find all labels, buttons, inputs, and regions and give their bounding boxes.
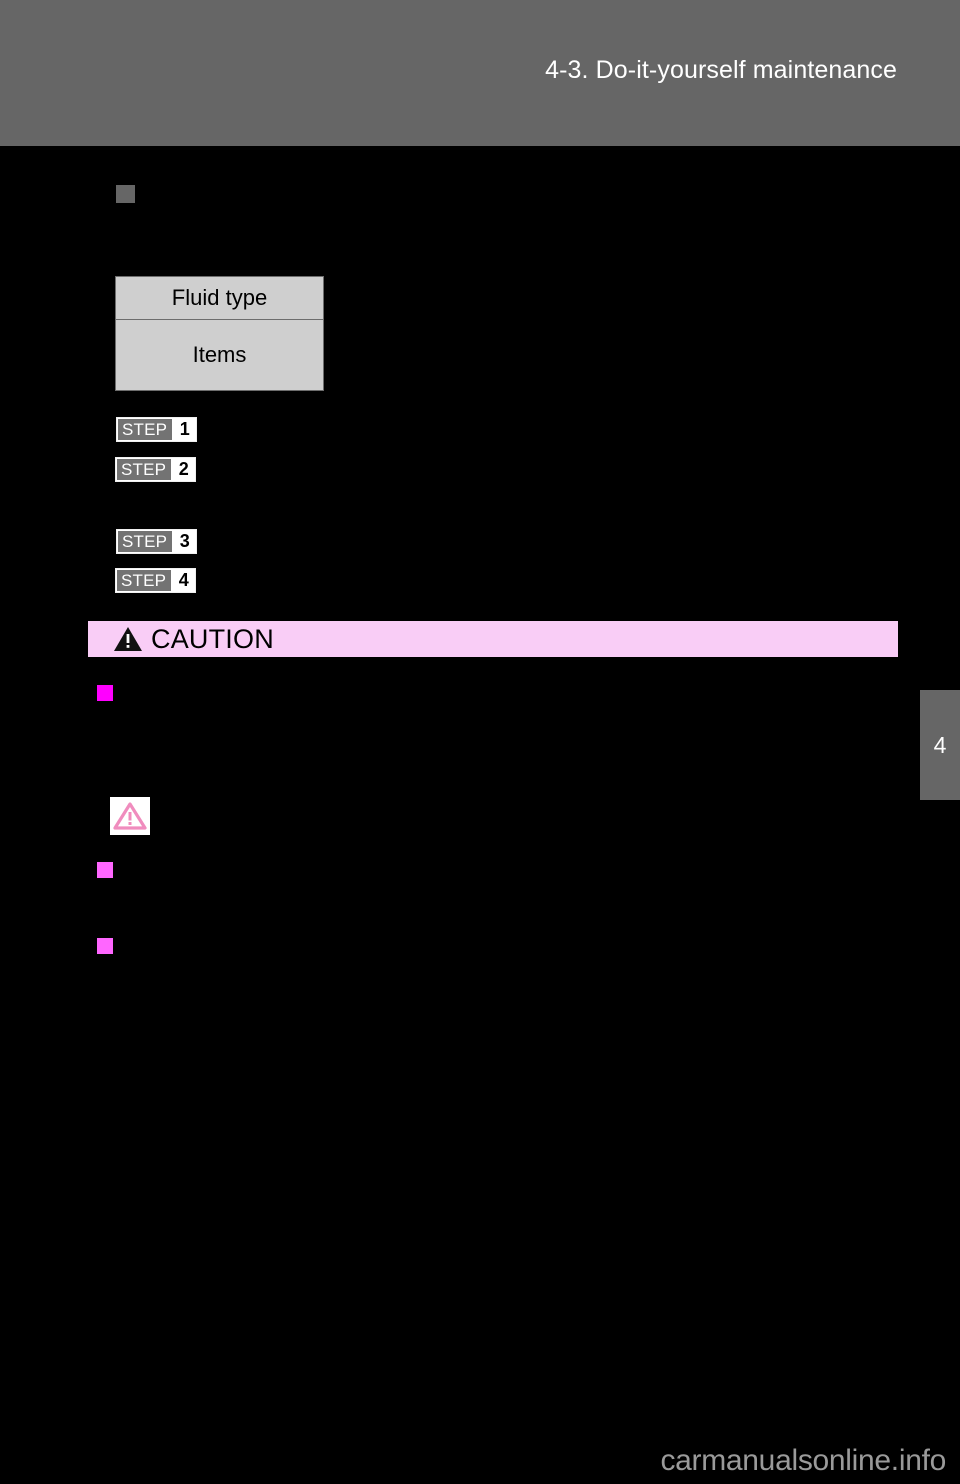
step-label: STEP: [118, 419, 173, 440]
pink-warning-triangle-tile: [110, 797, 150, 835]
step-label: STEP: [118, 531, 173, 552]
table-row: Items: [116, 320, 323, 390]
step-badge-1: STEP 1: [116, 417, 198, 442]
step-badge-4: STEP 4: [115, 568, 197, 593]
chapter-tab-number: 4: [933, 731, 947, 758]
step-number: 2: [173, 459, 195, 480]
footer-watermark: carmanualsonline.info: [660, 1444, 946, 1477]
chapter-tab-4: 4: [920, 690, 960, 800]
caution-item-square-bullet-icon: [97, 685, 113, 701]
step-label: STEP: [117, 570, 172, 591]
caution-label: CAUTION: [151, 623, 274, 654]
fluid-spec-table: Fluid type Items: [115, 276, 324, 391]
caution-banner: CAUTION: [88, 618, 898, 660]
table-row: Fluid type: [116, 277, 323, 320]
caution-item-square-bullet-icon: [97, 938, 113, 954]
section-heading-square-icon: [116, 185, 135, 203]
warning-triangle-icon: [114, 627, 142, 651]
page-title: 4-3. Do-it-yourself maintenance: [545, 56, 897, 84]
step-label: STEP: [117, 459, 172, 480]
step-badge-3: STEP 3: [116, 529, 198, 554]
pink-warning-triangle-icon: [113, 802, 147, 830]
table-cell-fluid-type: Fluid type: [171, 285, 268, 310]
step-badge-2: STEP 2: [115, 457, 197, 482]
caution-item-square-bullet-icon: [97, 862, 113, 878]
step-number: 1: [174, 419, 196, 440]
step-number: 4: [173, 570, 195, 591]
table-cell-items: Items: [192, 342, 247, 367]
step-number: 3: [174, 531, 196, 552]
